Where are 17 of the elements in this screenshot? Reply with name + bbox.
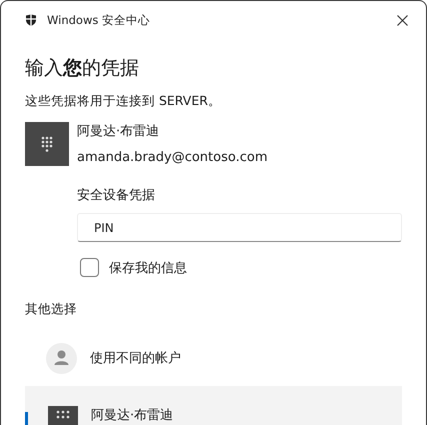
option-item[interactable]: 使用不同的帐户 bbox=[25, 336, 402, 380]
account-email: amanda.brady@contoso.com bbox=[77, 150, 268, 165]
section-title: 其他选择 bbox=[25, 301, 78, 318]
option-item[interactable]: 阿曼达·布雷迪 bbox=[25, 386, 402, 425]
dialog-subtitle: 这些凭据将用于连接到 SERVER。 bbox=[25, 93, 222, 110]
shield-icon bbox=[25, 14, 37, 26]
close-icon bbox=[397, 14, 408, 26]
field-label: 安全设备凭据 bbox=[77, 187, 156, 204]
pin-field[interactable]: PIN bbox=[77, 213, 402, 242]
dialog-heading: 输入您的凭据 bbox=[25, 56, 140, 81]
checkbox-label: 保存我的信息 bbox=[109, 260, 187, 276]
keypad-icon bbox=[48, 406, 78, 425]
window-title: Windows 安全中心 bbox=[47, 12, 150, 28]
account-name: 阿曼达·布雷迪 bbox=[77, 123, 160, 140]
checkbox[interactable] bbox=[80, 258, 99, 277]
person-icon bbox=[46, 342, 77, 374]
keypad-icon bbox=[41, 136, 53, 152]
